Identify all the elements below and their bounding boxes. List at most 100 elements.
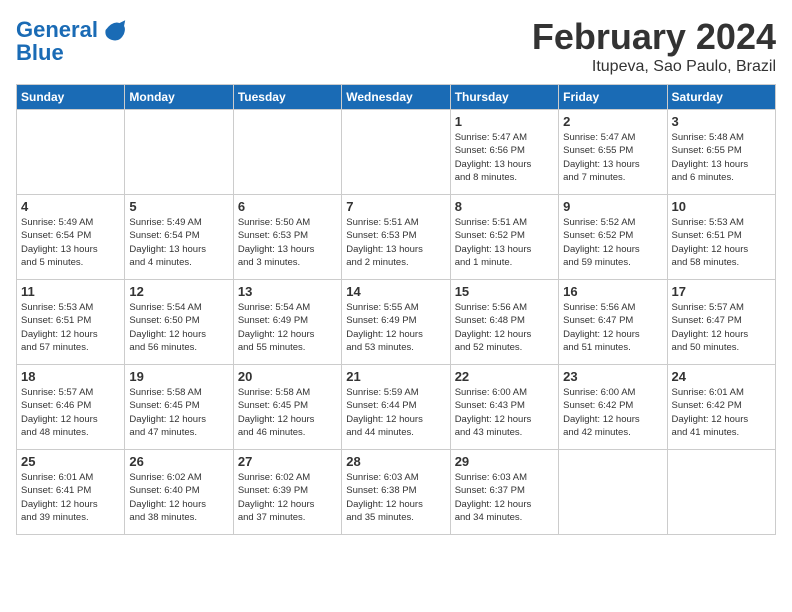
calendar-subtitle: Itupeva, Sao Paulo, Brazil — [532, 58, 776, 76]
day-info: Sunrise: 5:53 AM Sunset: 6:51 PM Dayligh… — [672, 216, 771, 269]
calendar-cell: 7 Sunrise: 5:51 AM Sunset: 6:53 PM Daylig… — [342, 195, 450, 280]
day-info: Sunrise: 5:54 AM Sunset: 6:50 PM Dayligh… — [129, 301, 228, 354]
week-row-2: 11 Sunrise: 5:53 AM Sunset: 6:51 PM Dayli… — [17, 280, 776, 365]
calendar-cell — [233, 110, 341, 195]
day-number: 27 — [238, 454, 337, 469]
day-info: Sunrise: 6:01 AM Sunset: 6:41 PM Dayligh… — [21, 471, 120, 524]
day-info: Sunrise: 5:52 AM Sunset: 6:52 PM Dayligh… — [563, 216, 662, 269]
calendar-cell: 15Sunrise: 5:56 AM Sunset: 6:48 PM Dayli… — [450, 280, 558, 365]
day-header-thursday: Thursday — [450, 85, 558, 110]
day-header-monday: Monday — [125, 85, 233, 110]
calendar-cell — [342, 110, 450, 195]
day-info: Sunrise: 6:01 AM Sunset: 6:42 PM Dayligh… — [672, 386, 771, 439]
day-number: 21 — [346, 369, 445, 384]
day-number: 28 — [346, 454, 445, 469]
calendar-cell: 13 Sunrise: 5:54 AM Sunset: 6:49 PM Dayli… — [233, 280, 341, 365]
calendar-cell: 28 Sunrise: 6:03 AM Sunset: 6:38 PM Dayli… — [342, 450, 450, 535]
day-info: Sunrise: 6:03 AM Sunset: 6:37 PM Dayligh… — [455, 471, 554, 524]
day-number: 7 — [346, 199, 445, 214]
day-number: 12 — [129, 284, 228, 299]
calendar-cell: 4Sunrise: 5:49 AM Sunset: 6:54 PM Daylig… — [17, 195, 125, 280]
day-number: 26 — [129, 454, 228, 469]
day-info: Sunrise: 6:02 AM Sunset: 6:39 PM Dayligh… — [238, 471, 337, 524]
day-number: 4 — [21, 199, 120, 214]
day-info: Sunrise: 5:58 AM Sunset: 6:45 PM Dayligh… — [238, 386, 337, 439]
day-info: Sunrise: 5:57 AM Sunset: 6:46 PM Dayligh… — [21, 386, 120, 439]
calendar-cell: 10 Sunrise: 5:53 AM Sunset: 6:51 PM Dayli… — [667, 195, 775, 280]
day-info: Sunrise: 6:02 AM Sunset: 6:40 PM Dayligh… — [129, 471, 228, 524]
calendar-cell: 24 Sunrise: 6:01 AM Sunset: 6:42 PM Dayli… — [667, 365, 775, 450]
calendar-cell: 14 Sunrise: 5:55 AM Sunset: 6:49 PM Dayli… — [342, 280, 450, 365]
day-number: 11 — [21, 284, 120, 299]
day-info: Sunrise: 5:47 AM Sunset: 6:55 PM Dayligh… — [563, 131, 662, 184]
calendar-cell: 2 Sunrise: 5:47 AM Sunset: 6:55 PM Daylig… — [559, 110, 667, 195]
calendar-cell: 1 Sunrise: 5:47 AM Sunset: 6:56 PM Daylig… — [450, 110, 558, 195]
day-number: 18 — [21, 369, 120, 384]
calendar-cell: 18 Sunrise: 5:57 AM Sunset: 6:46 PM Dayli… — [17, 365, 125, 450]
day-number: 10 — [672, 199, 771, 214]
day-number: 14 — [346, 284, 445, 299]
day-info: Sunrise: 6:03 AM Sunset: 6:38 PM Dayligh… — [346, 471, 445, 524]
day-number: 2 — [563, 114, 662, 129]
calendar-cell: 21 Sunrise: 5:59 AM Sunset: 6:44 PM Dayli… — [342, 365, 450, 450]
day-header-wednesday: Wednesday — [342, 85, 450, 110]
day-number: 24 — [672, 369, 771, 384]
calendar-table: SundayMondayTuesdayWednesdayThursdayFrid… — [16, 84, 776, 535]
calendar-cell: 11 Sunrise: 5:53 AM Sunset: 6:51 PM Dayli… — [17, 280, 125, 365]
week-row-0: 1 Sunrise: 5:47 AM Sunset: 6:56 PM Daylig… — [17, 110, 776, 195]
day-number: 17 — [672, 284, 771, 299]
day-number: 23 — [563, 369, 662, 384]
day-info: Sunrise: 5:50 AM Sunset: 6:53 PM Dayligh… — [238, 216, 337, 269]
day-header-sunday: Sunday — [17, 85, 125, 110]
calendar-cell: 20 Sunrise: 5:58 AM Sunset: 6:45 PM Dayli… — [233, 365, 341, 450]
day-info: Sunrise: 5:51 AM Sunset: 6:52 PM Dayligh… — [455, 216, 554, 269]
day-number: 13 — [238, 284, 337, 299]
day-number: 15 — [455, 284, 554, 299]
calendar-cell: 22 Sunrise: 6:00 AM Sunset: 6:43 PM Dayli… — [450, 365, 558, 450]
day-info: Sunrise: 5:55 AM Sunset: 6:49 PM Dayligh… — [346, 301, 445, 354]
calendar-cell: 5 Sunrise: 5:49 AM Sunset: 6:54 PM Daylig… — [125, 195, 233, 280]
calendar-cell: 8 Sunrise: 5:51 AM Sunset: 6:52 PM Daylig… — [450, 195, 558, 280]
calendar-title: February 2024 — [532, 16, 776, 58]
day-number: 3 — [672, 114, 771, 129]
day-info: Sunrise: 5:53 AM Sunset: 6:51 PM Dayligh… — [21, 301, 120, 354]
day-info: Sunrise: 5:49 AM Sunset: 6:54 PM Dayligh… — [129, 216, 228, 269]
calendar-cell: 19 Sunrise: 5:58 AM Sunset: 6:45 PM Dayli… — [125, 365, 233, 450]
calendar-cell: 12 Sunrise: 5:54 AM Sunset: 6:50 PM Dayli… — [125, 280, 233, 365]
week-row-1: 4 Sunrise: 5:49 AM Sunset: 6:54 PM Daylig… — [17, 195, 776, 280]
days-header-row: SundayMondayTuesdayWednesdayThursdayFrid… — [17, 85, 776, 110]
header: General Blue February 2024 Itupeva, Sao … — [16, 16, 776, 76]
calendar-cell: 25Sunrise: 6:01 AM Sunset: 6:41 PM Dayli… — [17, 450, 125, 535]
day-info: Sunrise: 5:56 AM Sunset: 6:47 PM Dayligh… — [563, 301, 662, 354]
calendar-cell: 27 Sunrise: 6:02 AM Sunset: 6:39 PM Dayli… — [233, 450, 341, 535]
day-number: 19 — [129, 369, 228, 384]
day-number: 8 — [455, 199, 554, 214]
day-info: Sunrise: 5:47 AM Sunset: 6:56 PM Dayligh… — [455, 131, 554, 184]
day-number: 22 — [455, 369, 554, 384]
logo: General Blue — [16, 16, 128, 66]
calendar-cell: 17 Sunrise: 5:57 AM Sunset: 6:47 PM Dayli… — [667, 280, 775, 365]
day-header-saturday: Saturday — [667, 85, 775, 110]
day-info: Sunrise: 5:51 AM Sunset: 6:53 PM Dayligh… — [346, 216, 445, 269]
day-number: 1 — [455, 114, 554, 129]
day-info: Sunrise: 6:00 AM Sunset: 6:43 PM Dayligh… — [455, 386, 554, 439]
day-info: Sunrise: 5:58 AM Sunset: 6:45 PM Dayligh… — [129, 386, 228, 439]
calendar-cell: 3Sunrise: 5:48 AM Sunset: 6:55 PM Daylig… — [667, 110, 775, 195]
day-info: Sunrise: 5:57 AM Sunset: 6:47 PM Dayligh… — [672, 301, 771, 354]
logo-icon — [100, 16, 128, 44]
week-row-4: 25Sunrise: 6:01 AM Sunset: 6:41 PM Dayli… — [17, 450, 776, 535]
calendar-cell — [125, 110, 233, 195]
calendar-cell: 29 Sunrise: 6:03 AM Sunset: 6:37 PM Dayli… — [450, 450, 558, 535]
calendar-cell: 16Sunrise: 5:56 AM Sunset: 6:47 PM Dayli… — [559, 280, 667, 365]
day-info: Sunrise: 5:59 AM Sunset: 6:44 PM Dayligh… — [346, 386, 445, 439]
day-number: 29 — [455, 454, 554, 469]
calendar-cell: 23Sunrise: 6:00 AM Sunset: 6:42 PM Dayli… — [559, 365, 667, 450]
day-number: 5 — [129, 199, 228, 214]
calendar-cell: 26 Sunrise: 6:02 AM Sunset: 6:40 PM Dayli… — [125, 450, 233, 535]
calendar-cell — [559, 450, 667, 535]
day-header-friday: Friday — [559, 85, 667, 110]
logo-text: General — [16, 18, 98, 42]
day-number: 20 — [238, 369, 337, 384]
calendar-cell — [17, 110, 125, 195]
day-info: Sunrise: 5:54 AM Sunset: 6:49 PM Dayligh… — [238, 301, 337, 354]
